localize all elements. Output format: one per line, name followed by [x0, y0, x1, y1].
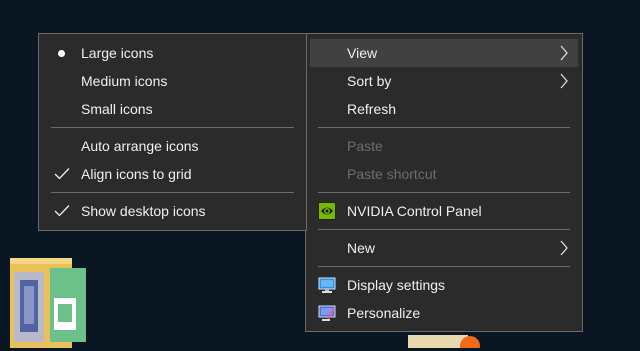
menu-item-sort-by[interactable]: Sort by — [306, 67, 582, 95]
menu-item-align-to-grid-label: Align icons to grid — [81, 166, 192, 182]
menu-item-new-label: New — [347, 240, 376, 256]
menu-separator — [51, 192, 294, 193]
menu-item-large-icons[interactable]: Large icons — [39, 39, 306, 67]
radio-bullet-icon — [58, 50, 65, 57]
menu-item-small-icons[interactable]: Small icons — [39, 95, 306, 123]
chevron-right-icon — [560, 73, 568, 89]
desktop-app-icon[interactable] — [408, 333, 488, 351]
menu-item-medium-icons-label: Medium icons — [81, 73, 168, 89]
menu-item-nvidia-control-panel[interactable]: NVIDIA Control Panel — [306, 197, 582, 225]
menu-item-align-icons-to-grid[interactable]: Align icons to grid — [39, 160, 306, 188]
menu-item-refresh[interactable]: Refresh — [306, 95, 582, 123]
nvidia-icon — [318, 202, 336, 220]
checkmark-icon — [54, 168, 70, 180]
personalize-icon — [318, 305, 336, 321]
menu-item-paste: Paste — [306, 132, 582, 160]
view-submenu: Large icons Medium icons Small icons Aut… — [38, 33, 307, 231]
menu-separator — [51, 127, 294, 128]
menu-item-paste-label: Paste — [347, 138, 383, 154]
display-settings-icon — [318, 277, 336, 293]
menu-item-refresh-label: Refresh — [347, 101, 397, 117]
menu-item-sort-by-label: Sort by — [347, 73, 392, 89]
menu-separator — [318, 229, 570, 230]
menu-item-paste-shortcut-label: Paste shortcut — [347, 166, 437, 182]
menu-item-large-icons-label: Large icons — [81, 45, 154, 61]
menu-item-new[interactable]: New — [306, 234, 582, 262]
menu-item-show-desktop-icons-label: Show desktop icons — [81, 203, 206, 219]
menu-separator — [318, 192, 570, 193]
menu-separator — [318, 127, 570, 128]
menu-item-personalize[interactable]: Personalize — [306, 299, 582, 327]
chevron-right-icon — [560, 240, 568, 256]
menu-item-auto-arrange-icons[interactable]: Auto arrange icons — [39, 132, 306, 160]
menu-item-show-desktop-icons[interactable]: Show desktop icons — [39, 197, 306, 225]
menu-item-display-settings-label: Display settings — [347, 277, 446, 293]
desktop-context-menu: View Sort by Refresh Paste Paste shortcu… — [305, 33, 583, 332]
menu-item-nvidia-label: NVIDIA Control Panel — [347, 203, 482, 219]
chevron-right-icon — [560, 45, 568, 61]
menu-item-auto-arrange-label: Auto arrange icons — [81, 138, 199, 154]
menu-item-small-icons-label: Small icons — [81, 101, 153, 117]
desktop-folder-icon[interactable] — [8, 254, 88, 348]
menu-item-display-settings[interactable]: Display settings — [306, 271, 582, 299]
checkmark-icon — [54, 205, 70, 217]
menu-item-view-label: View — [347, 45, 378, 61]
menu-separator — [318, 266, 570, 267]
menu-item-medium-icons[interactable]: Medium icons — [39, 67, 306, 95]
menu-item-personalize-label: Personalize — [347, 305, 421, 321]
menu-item-view[interactable]: View — [310, 39, 578, 67]
menu-item-paste-shortcut: Paste shortcut — [306, 160, 582, 188]
